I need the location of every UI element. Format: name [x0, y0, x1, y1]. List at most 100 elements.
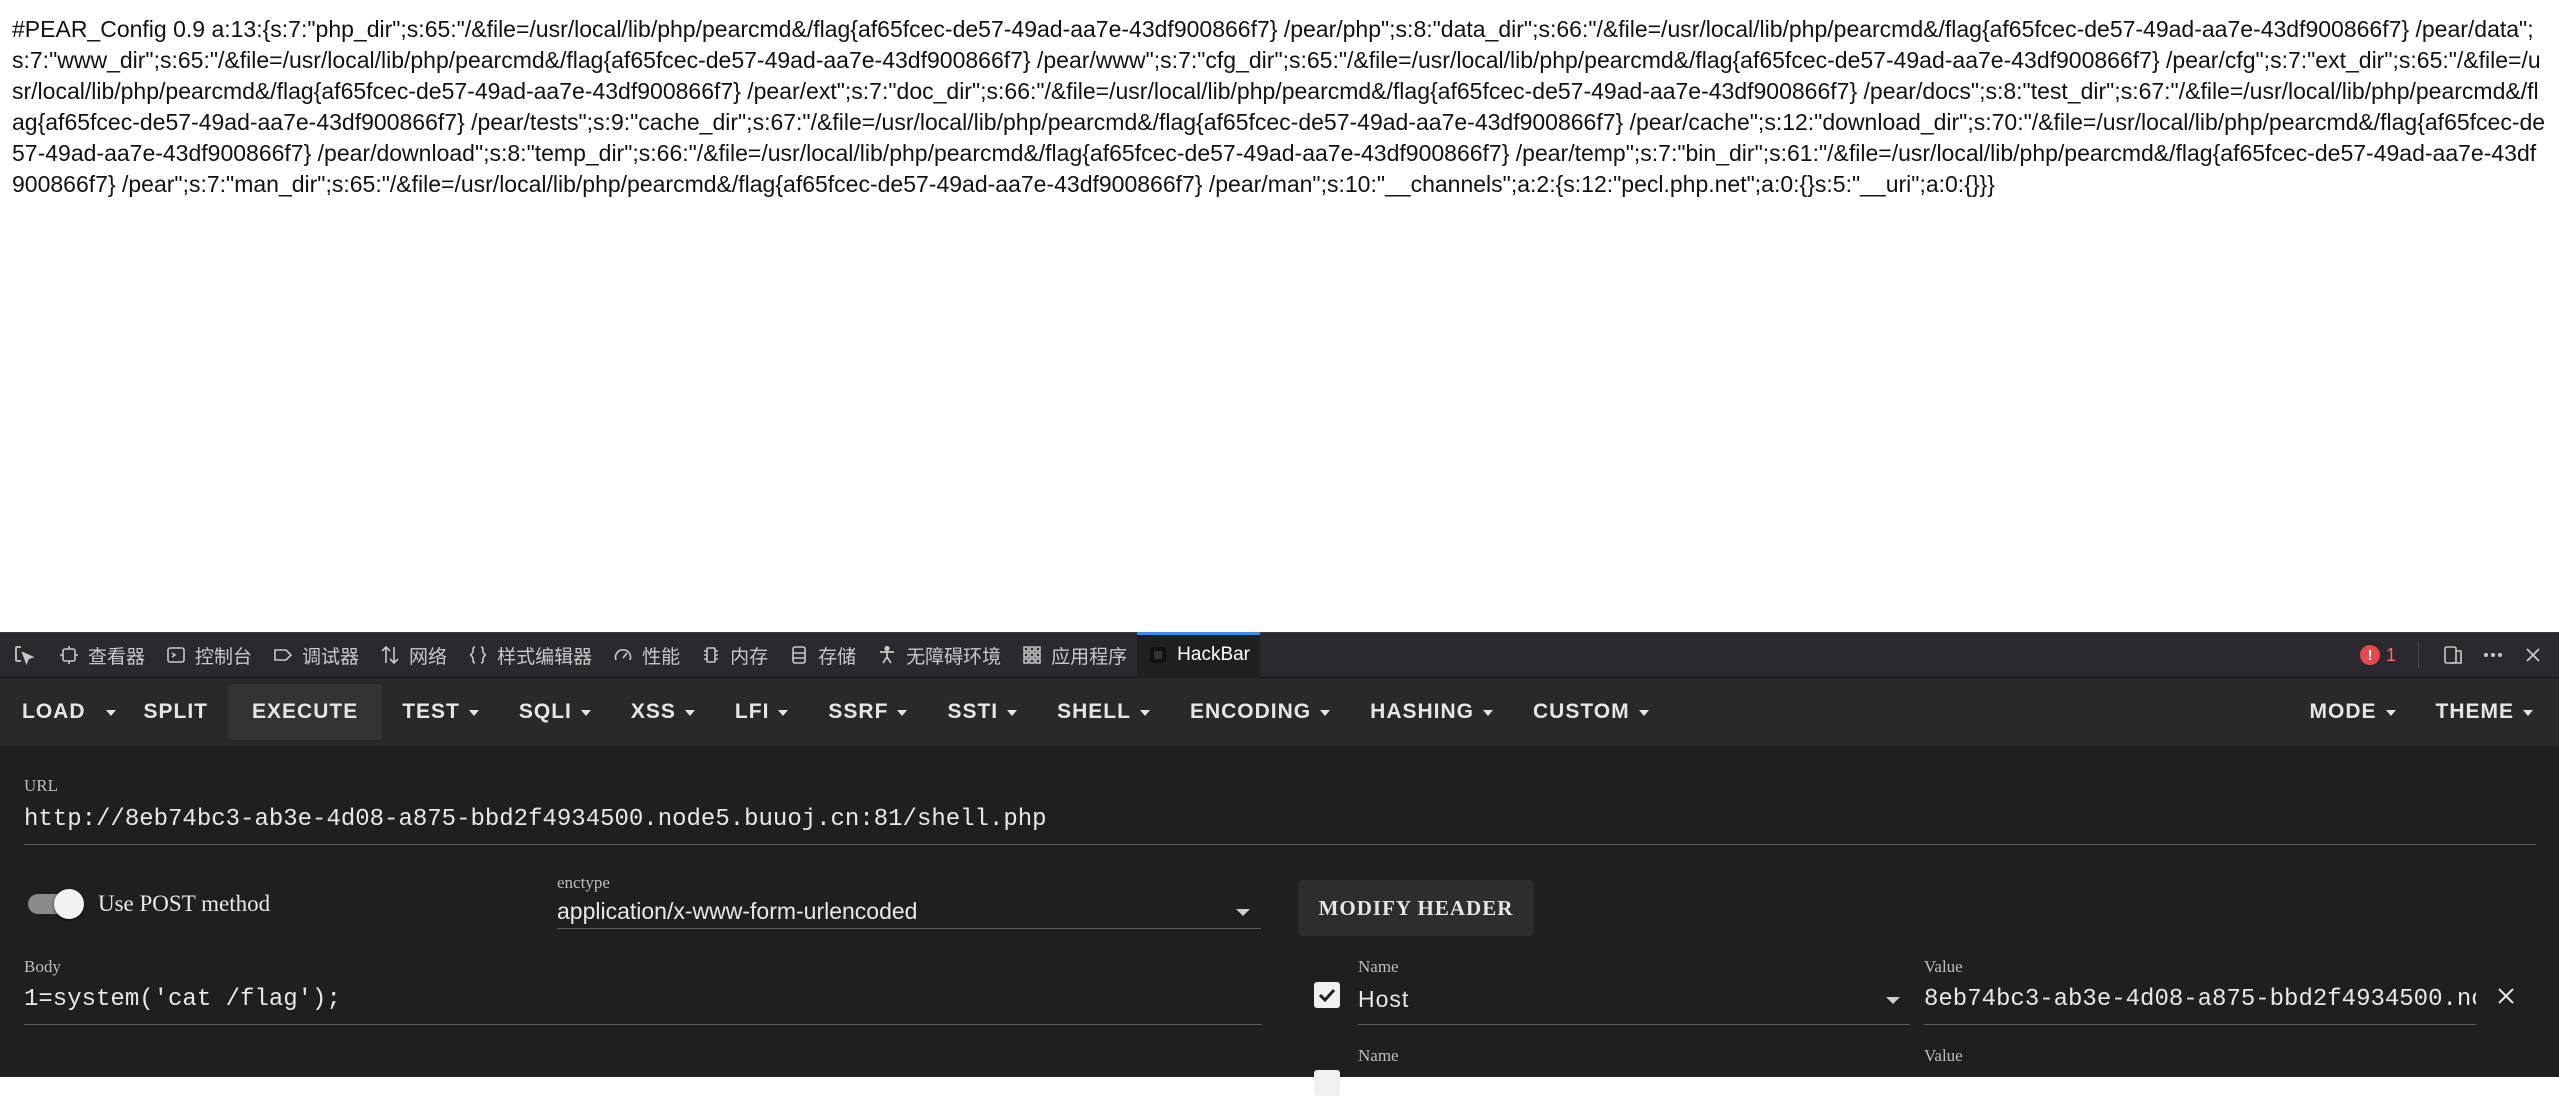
chevron-down-icon — [685, 710, 695, 716]
chevron-down-icon — [106, 710, 116, 716]
more-options-icon[interactable] — [2473, 632, 2513, 678]
execute-button[interactable]: EXECUTE — [228, 684, 382, 740]
tab-storage[interactable]: 存储 — [778, 632, 866, 678]
url-input[interactable]: http://8eb74bc3-ab3e-4d08-a875-bbd2f4934… — [24, 806, 2534, 833]
toggle-knob — [54, 889, 84, 919]
header-name-underline — [1358, 1024, 1910, 1025]
tab-performance[interactable]: 性能 — [602, 632, 690, 678]
network-icon — [379, 644, 401, 666]
theme-menu[interactable]: THEME — [2416, 684, 2554, 740]
tab-debugger[interactable]: 调试器 — [262, 632, 369, 678]
toolbar-right: MODE THEME — [2290, 684, 2559, 740]
tab-label: 性能 — [642, 642, 680, 669]
console-icon — [165, 644, 187, 666]
button-label: MODIFY HEADER — [1319, 896, 1514, 921]
url-label: URL — [24, 776, 58, 796]
chevron-down-icon — [2386, 710, 2396, 716]
tab-application[interactable]: 应用程序 — [1011, 632, 1137, 678]
accessibility-icon — [876, 644, 898, 666]
ssti-menu[interactable]: SSTI — [927, 684, 1037, 740]
memory-icon — [700, 644, 722, 666]
chevron-down-icon — [469, 710, 479, 716]
tab-label: 控制台 — [195, 642, 252, 669]
load-button[interactable]: LOAD — [10, 684, 98, 740]
header-value-label: Value — [1924, 957, 1963, 977]
remove-header-icon[interactable] — [2492, 982, 2520, 1010]
style-editor-icon — [467, 644, 489, 666]
tab-label: 调试器 — [302, 642, 359, 669]
tab-label: 查看器 — [88, 642, 145, 669]
header-value-label: Value — [1924, 1046, 1963, 1066]
error-count-badge[interactable]: ! 1 — [2360, 645, 2396, 666]
xss-menu[interactable]: XSS — [611, 684, 715, 740]
split-button[interactable]: SPLIT — [124, 684, 229, 740]
enctype-label: enctype — [557, 873, 610, 893]
menu-label: SHELL — [1057, 700, 1131, 724]
tab-label: 网络 — [409, 642, 447, 669]
chevron-down-icon[interactable] — [1886, 997, 1900, 1004]
custom-menu[interactable]: CUSTOM — [1513, 684, 1669, 740]
storage-icon — [788, 644, 810, 666]
header-enabled-checkbox[interactable] — [1314, 1070, 1340, 1096]
tab-label: 应用程序 — [1051, 642, 1127, 669]
chevron-down-icon — [581, 710, 591, 716]
chevron-down-icon — [897, 710, 907, 716]
chevron-down-icon — [1007, 710, 1017, 716]
tab-label: 内存 — [730, 642, 768, 669]
header-value-input[interactable]: 8eb74bc3-ab3e-4d08-a875-bbd2f4934500.nod… — [1924, 986, 2476, 1013]
enctype-underline — [557, 928, 1261, 929]
menu-label: SSTI — [947, 700, 998, 724]
sqli-menu[interactable]: SQLI — [499, 684, 611, 740]
menu-label: THEME — [2436, 700, 2515, 724]
post-method-label: Use POST method — [98, 891, 270, 917]
tab-accessibility[interactable]: 无障碍环境 — [866, 632, 1011, 678]
chevron-down-icon — [1320, 710, 1330, 716]
chevron-down-icon[interactable] — [1236, 909, 1250, 916]
menu-label: MODE — [2310, 700, 2377, 724]
tab-style-editor[interactable]: 样式编辑器 — [457, 632, 602, 678]
element-picker-icon[interactable] — [0, 632, 48, 678]
load-dropdown-button[interactable] — [98, 684, 124, 740]
modify-header-button[interactable]: MODIFY HEADER — [1298, 880, 1534, 936]
menu-label: HASHING — [1370, 700, 1474, 724]
tab-console[interactable]: 控制台 — [155, 632, 262, 678]
encoding-menu[interactable]: ENCODING — [1170, 684, 1350, 740]
menu-label: CUSTOM — [1533, 700, 1630, 724]
tab-inspector[interactable]: 查看器 — [48, 632, 155, 678]
mode-menu[interactable]: MODE — [2290, 684, 2416, 740]
lfi-menu[interactable]: LFI — [715, 684, 809, 740]
button-label: LOAD — [22, 700, 86, 724]
tab-label: 存储 — [818, 642, 856, 669]
checkmark-icon — [1317, 985, 1337, 1005]
performance-icon — [612, 644, 634, 666]
hashing-menu[interactable]: HASHING — [1350, 684, 1513, 740]
shell-menu[interactable]: SHELL — [1037, 684, 1170, 740]
menu-label: XSS — [631, 700, 676, 724]
tab-label: HackBar — [1177, 644, 1250, 666]
body-underline — [24, 1024, 1262, 1025]
post-method-toggle[interactable] — [24, 888, 84, 918]
hackbar-body — [0, 746, 2559, 1077]
inspector-icon — [58, 644, 80, 666]
button-label: SPLIT — [144, 700, 209, 724]
tab-hackbar[interactable]: HackBar — [1137, 632, 1260, 678]
test-menu[interactable]: TEST — [382, 684, 499, 740]
tab-network[interactable]: 网络 — [369, 632, 457, 678]
menu-label: ENCODING — [1190, 700, 1311, 724]
menu-label: SSRF — [828, 700, 888, 724]
ssrf-menu[interactable]: SSRF — [808, 684, 927, 740]
hackbar-icon — [1147, 644, 1169, 666]
dock-side-icon[interactable] — [2433, 632, 2473, 678]
tab-label: 样式编辑器 — [497, 642, 592, 669]
enctype-select[interactable]: application/x-www-form-urlencoded — [557, 898, 1237, 925]
divider — [2418, 642, 2419, 668]
tab-label: 无障碍环境 — [906, 642, 1001, 669]
body-input[interactable]: 1=system('cat /flag'); — [24, 986, 1260, 1013]
header-enabled-checkbox[interactable] — [1314, 982, 1340, 1008]
tab-memory[interactable]: 内存 — [690, 632, 778, 678]
devtools-tabbar: 查看器 控制台 调试器 网络 样式编辑器 — [0, 632, 2559, 678]
url-underline — [24, 844, 2536, 845]
header-name-input[interactable]: Host — [1358, 986, 1878, 1013]
body-label: Body — [24, 957, 61, 977]
close-devtools-icon[interactable] — [2513, 632, 2553, 678]
